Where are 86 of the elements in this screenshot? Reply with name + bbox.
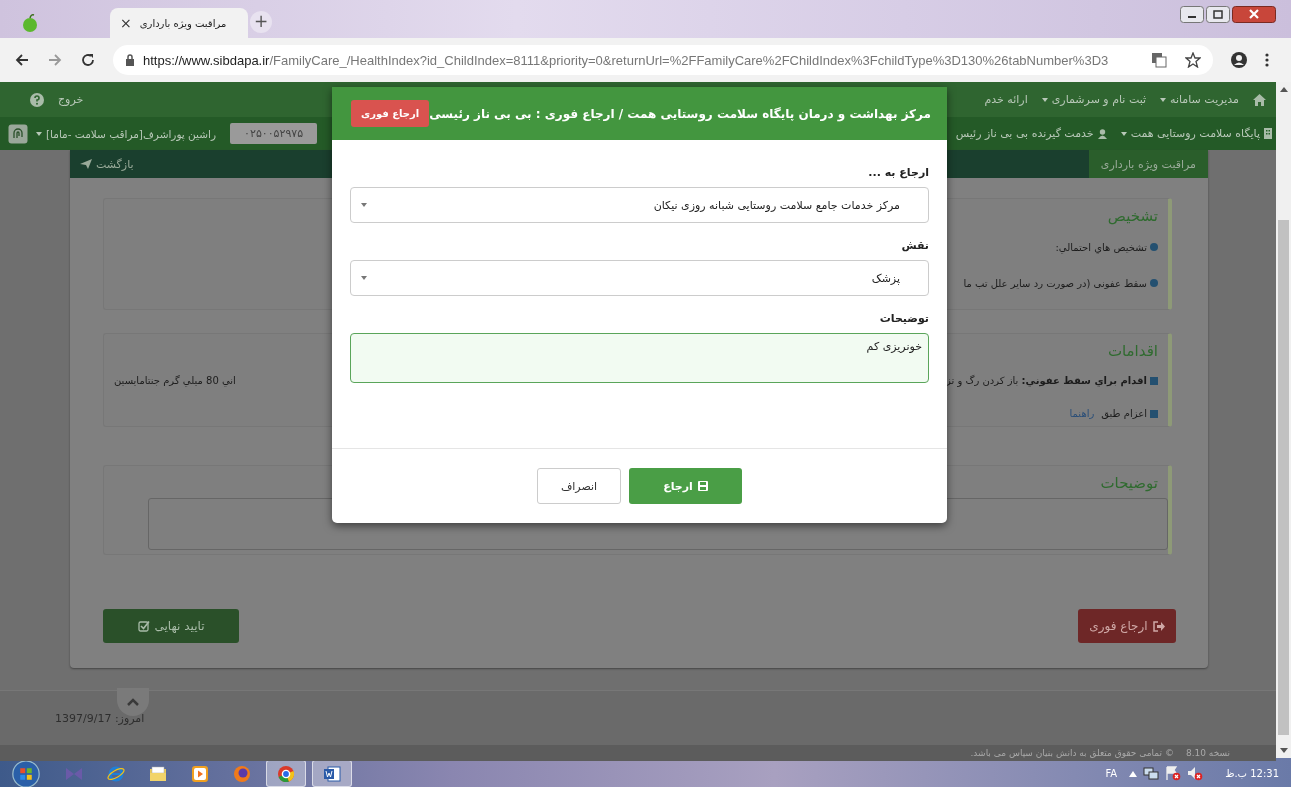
chevron-up-icon bbox=[127, 698, 139, 706]
field-label: نقش bbox=[900, 239, 929, 252]
list-item-text: اني 80 ميلي گرم جنتامايسين bbox=[114, 375, 236, 386]
scroll-down-icon[interactable] bbox=[1279, 748, 1288, 753]
close-icon[interactable] bbox=[1232, 6, 1276, 23]
clock[interactable]: 12:31 ب.ظ bbox=[1225, 768, 1279, 779]
lock-icon bbox=[125, 54, 135, 66]
taskbar-app-button[interactable] bbox=[312, 760, 352, 787]
building-icon bbox=[1264, 128, 1272, 139]
send-arrow-icon bbox=[80, 159, 92, 169]
scroll-to-top-button[interactable] bbox=[117, 688, 149, 716]
field-label: ارجاع به ... bbox=[867, 166, 929, 179]
sign-out-icon bbox=[1152, 620, 1165, 632]
tab-title: مراقبت ویژه بارداری bbox=[139, 17, 227, 29]
home-icon[interactable] bbox=[1253, 93, 1266, 106]
final-confirm-button[interactable]: تایید نهایی bbox=[103, 609, 239, 643]
version-text: نسخه 8.10 bbox=[1185, 748, 1230, 758]
urgent-referral-button[interactable]: ارجاع فوری bbox=[1078, 609, 1176, 643]
caret-icon bbox=[361, 276, 367, 280]
fox-globe-icon bbox=[233, 764, 251, 783]
browser-e-icon bbox=[107, 764, 125, 783]
scrollbar[interactable] bbox=[1276, 82, 1291, 758]
new-tab-button[interactable]: + bbox=[250, 11, 272, 33]
list-item-text: تشخیص هاي احتمالي: bbox=[1055, 241, 1147, 253]
section-title: اقدامات bbox=[1107, 342, 1158, 360]
fingerprint-icon[interactable] bbox=[8, 123, 28, 144]
field-label: توضیحات bbox=[878, 312, 929, 325]
account-icon[interactable] bbox=[1230, 51, 1248, 69]
bullet-icon bbox=[1150, 243, 1158, 251]
speaker-muted-icon[interactable] bbox=[1187, 766, 1204, 781]
back-arrow-icon[interactable] bbox=[14, 52, 30, 68]
page-tab[interactable]: مراقبت ویژه بارداری bbox=[1088, 150, 1208, 178]
phone-number-field: ۰۲۵۰۰۵۲۹۷۵ bbox=[230, 123, 318, 144]
description-textarea[interactable]: خونریزی کم bbox=[350, 333, 929, 383]
round-browser-icon bbox=[277, 764, 295, 783]
cancel-button[interactable]: انصراف bbox=[537, 468, 621, 504]
nav-menu-item[interactable]: پایگاه سلامت روستایی همت bbox=[1120, 127, 1272, 140]
user-icon bbox=[1097, 128, 1107, 139]
app-logo-icon bbox=[22, 14, 38, 32]
forward-arrow-icon[interactable] bbox=[47, 52, 63, 68]
help-icon[interactable] bbox=[30, 92, 44, 107]
taskbar-app-button[interactable] bbox=[266, 760, 306, 787]
checkbox-icon bbox=[137, 620, 150, 632]
refer-button[interactable]: ارجاع bbox=[629, 468, 742, 504]
translate-icon[interactable] bbox=[1151, 52, 1167, 68]
nav-menu-item[interactable]: خدمت گیرنده بی بی ناز رئیس bbox=[955, 127, 1107, 140]
minimize-icon[interactable] bbox=[1180, 6, 1204, 23]
list-item-text: اعزام طبق bbox=[1101, 408, 1147, 419]
restore-icon[interactable] bbox=[1206, 6, 1230, 23]
input-language[interactable]: FA bbox=[1105, 768, 1118, 779]
star-icon[interactable] bbox=[1185, 52, 1201, 68]
dialog-title: مرکز بهداشت و درمان پایگاه سلامت روستایی همت / ارجاع فوری : بی بی ناز رئیسی bbox=[429, 106, 931, 121]
dropdown-select[interactable]: مرکز خدمات جامع سلامت روستایی شبانه روزی نیکان bbox=[350, 187, 929, 223]
logout-link[interactable]: خروج bbox=[58, 93, 84, 106]
flag-error-icon[interactable] bbox=[1165, 766, 1182, 781]
square-bullet-icon bbox=[1150, 409, 1158, 418]
reload-icon[interactable] bbox=[80, 52, 96, 68]
scrollbar-thumb[interactable] bbox=[1278, 220, 1289, 735]
user-menu[interactable]: راشین پوراشرف[مراقب سلامت -ماما] bbox=[36, 127, 217, 140]
urgent-badge: ارجاع فوری bbox=[350, 100, 430, 127]
nav-menu-item[interactable]: ارائه خدم bbox=[984, 93, 1028, 106]
play-icon bbox=[192, 765, 208, 782]
save-icon bbox=[697, 481, 708, 491]
section-title: توضیحات bbox=[1100, 474, 1158, 492]
bullet-icon bbox=[1150, 279, 1158, 287]
back-link[interactable]: بازگشت bbox=[80, 157, 134, 171]
bowtie-icon bbox=[65, 765, 83, 782]
today-date: امروز: 1397/9/17 bbox=[55, 711, 145, 725]
document-w-icon bbox=[323, 764, 341, 783]
list-item-text: سقط عفونی (در صورت رد سایر علل تب ما bbox=[963, 277, 1147, 289]
show-hidden-icons-icon[interactable] bbox=[1129, 770, 1138, 777]
section-title: تشخیص bbox=[1107, 207, 1158, 225]
folder-icon bbox=[149, 765, 167, 782]
square-bullet-icon bbox=[1150, 376, 1158, 385]
scroll-up-icon[interactable] bbox=[1279, 87, 1288, 92]
network-icon[interactable] bbox=[1143, 766, 1160, 781]
browser-tab[interactable]: مراقبت ویژه بارداری × bbox=[110, 8, 248, 38]
caret-icon bbox=[361, 203, 367, 207]
copyright-text: © تمامی حقوق متعلق به دانش بنیان سپاس می باشد. bbox=[970, 748, 1174, 758]
menu-icon[interactable] bbox=[1265, 53, 1269, 67]
nav-menu-item[interactable]: مدیریت سامانه bbox=[1160, 93, 1239, 106]
nav-menu-item[interactable]: ثبت نام و سرشماری bbox=[1041, 93, 1147, 106]
dropdown-select[interactable]: پزشک bbox=[350, 260, 929, 296]
close-tab-button[interactable]: × bbox=[120, 15, 132, 31]
address-field[interactable]: https://www.sibdapa.ir/FamilyCare_/HealthIndex?id_ChildIndex=8111&priority=0&returnUrl=%2FFamilyCare%2FChildIndex%3FchildType%3D130%26tabNumber%3D3 bbox=[113, 45, 1213, 75]
start-button-icon[interactable] bbox=[12, 759, 40, 787]
